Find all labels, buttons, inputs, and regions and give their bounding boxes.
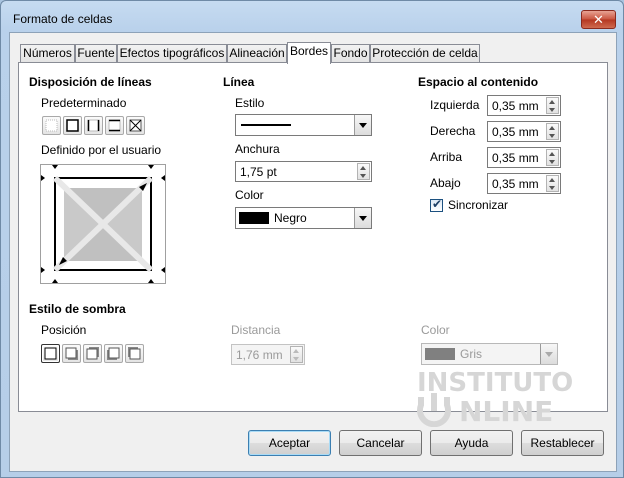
preset-left-right-button[interactable] bbox=[84, 116, 103, 135]
padding-bottom-stepper[interactable]: 0,35 mm bbox=[487, 173, 561, 194]
preset-top-bottom-button[interactable] bbox=[105, 116, 124, 135]
shadow-position-label: Posición bbox=[41, 323, 87, 337]
padding-left-label: Izquierda bbox=[430, 98, 480, 112]
line-heading: Línea bbox=[223, 75, 255, 89]
color-swatch-icon bbox=[425, 348, 455, 360]
padding-bottom-value: 0,35 mm bbox=[492, 177, 539, 191]
help-button[interactable]: Ayuda bbox=[430, 430, 513, 456]
borders-panel: INSTITUTO NLINE Disposición de líneas Pr… bbox=[18, 62, 608, 428]
default-label: Predeterminado bbox=[41, 96, 127, 110]
shadow-distance-stepper[interactable]: 1,76 mm bbox=[231, 344, 305, 365]
sync-checkbox[interactable]: ✔ bbox=[430, 197, 443, 212]
tab-fondo[interactable]: Fondo bbox=[331, 44, 370, 63]
padding-left-stepper[interactable]: 0,35 mm bbox=[487, 95, 561, 116]
chevron-down-icon[interactable] bbox=[354, 208, 371, 228]
close-button[interactable]: ✕ bbox=[581, 10, 616, 29]
tab-efectos-tipograficos[interactable]: Efectos tipográficos bbox=[117, 44, 227, 63]
padding-right-label: Derecha bbox=[430, 124, 476, 138]
shadow-none-button[interactable] bbox=[41, 344, 60, 363]
shadow-color-label: Color bbox=[421, 323, 450, 337]
watermark-line2: NLINE bbox=[459, 395, 554, 428]
shadow-top-left-icon bbox=[128, 347, 141, 360]
tab-bordes[interactable]: Bordes bbox=[287, 42, 331, 64]
chevron-down-icon[interactable] bbox=[354, 115, 371, 135]
line-color-label: Color bbox=[235, 188, 264, 202]
padding-right-value: 0,35 mm bbox=[492, 125, 539, 139]
line-width-value: 1,75 pt bbox=[240, 165, 277, 179]
preset-box-button[interactable] bbox=[63, 116, 82, 135]
shadow-top-left-button[interactable] bbox=[125, 344, 144, 363]
user-defined-border-editor[interactable] bbox=[40, 164, 166, 284]
line-color-select[interactable]: Negro bbox=[235, 207, 372, 229]
padding-left-value: 0,35 mm bbox=[492, 99, 539, 113]
user-defined-label: Definido por el usuario bbox=[41, 143, 162, 157]
line-style-label: Estilo bbox=[235, 96, 265, 110]
sync-label: Sincronizar bbox=[448, 198, 509, 212]
shadow-bottom-right-button[interactable] bbox=[62, 344, 81, 363]
preset-diagonal-button[interactable] bbox=[126, 116, 145, 135]
tab-alineacion[interactable]: Alineación bbox=[227, 44, 287, 63]
padding-top-label: Arriba bbox=[430, 150, 463, 164]
shadow-distance-label: Distancia bbox=[231, 323, 281, 337]
shadow-color-select[interactable]: Gris bbox=[421, 343, 558, 365]
line-color-value: Negro bbox=[274, 211, 307, 225]
line-style-select[interactable] bbox=[235, 114, 372, 136]
close-icon: ✕ bbox=[593, 12, 604, 27]
padding-bottom-label: Abajo bbox=[430, 176, 461, 190]
watermark-logo-icon bbox=[417, 393, 451, 427]
chevron-down-icon[interactable] bbox=[540, 344, 557, 364]
cancel-button[interactable]: Cancelar bbox=[339, 430, 422, 456]
color-swatch-icon bbox=[239, 212, 269, 224]
border-none-icon bbox=[45, 119, 58, 132]
ok-button[interactable]: Aceptar bbox=[248, 430, 331, 456]
tab-proteccion-de-celda[interactable]: Protección de celda bbox=[370, 44, 480, 63]
dialog-body: Números Fuente Efectos tipográficos Alin… bbox=[9, 32, 617, 472]
window-title: Formato de celdas bbox=[13, 12, 113, 26]
spin-arrows-icon[interactable] bbox=[546, 97, 559, 114]
border-diagonal-icon bbox=[129, 119, 142, 132]
shadow-top-right-button[interactable] bbox=[83, 344, 102, 363]
border-box-icon bbox=[66, 119, 79, 132]
shadow-distance-value: 1,76 mm bbox=[236, 348, 283, 362]
line-width-label: Anchura bbox=[235, 142, 280, 156]
line-width-stepper[interactable]: 1,75 pt bbox=[235, 161, 372, 182]
padding-right-stepper[interactable]: 0,35 mm bbox=[487, 121, 561, 142]
border-top-bottom-icon bbox=[108, 119, 121, 132]
padding-top-stepper[interactable]: 0,35 mm bbox=[487, 147, 561, 168]
line-arrangement-heading: Disposición de líneas bbox=[29, 75, 152, 89]
dialog-window: Formato de celdas ✕ Números Fuente Efect… bbox=[0, 0, 624, 478]
shadow-none-icon bbox=[44, 347, 57, 360]
tab-fuente[interactable]: Fuente bbox=[75, 44, 117, 63]
tab-numeros[interactable]: Números bbox=[20, 44, 75, 63]
border-left-right-icon bbox=[87, 119, 100, 132]
shadow-heading: Estilo de sombra bbox=[29, 302, 126, 316]
spin-arrows-icon[interactable] bbox=[546, 149, 559, 166]
shadow-top-right-icon bbox=[86, 347, 99, 360]
spin-arrows-icon[interactable] bbox=[290, 346, 303, 363]
checkmark-icon: ✔ bbox=[432, 197, 443, 211]
shadow-bottom-right-icon bbox=[65, 347, 78, 360]
reset-button[interactable]: Restablecer bbox=[521, 430, 604, 456]
line-style-preview bbox=[241, 124, 291, 126]
preset-none-button[interactable] bbox=[42, 116, 61, 135]
spin-arrows-icon[interactable] bbox=[546, 123, 559, 140]
padding-heading: Espacio al contenido bbox=[418, 75, 539, 89]
shadow-bottom-left-button[interactable] bbox=[104, 344, 123, 363]
spin-arrows-icon[interactable] bbox=[546, 175, 559, 192]
spin-arrows-icon[interactable] bbox=[357, 163, 370, 180]
padding-top-value: 0,35 mm bbox=[492, 151, 539, 165]
shadow-color-value: Gris bbox=[460, 347, 482, 361]
shadow-bottom-left-icon bbox=[107, 347, 120, 360]
